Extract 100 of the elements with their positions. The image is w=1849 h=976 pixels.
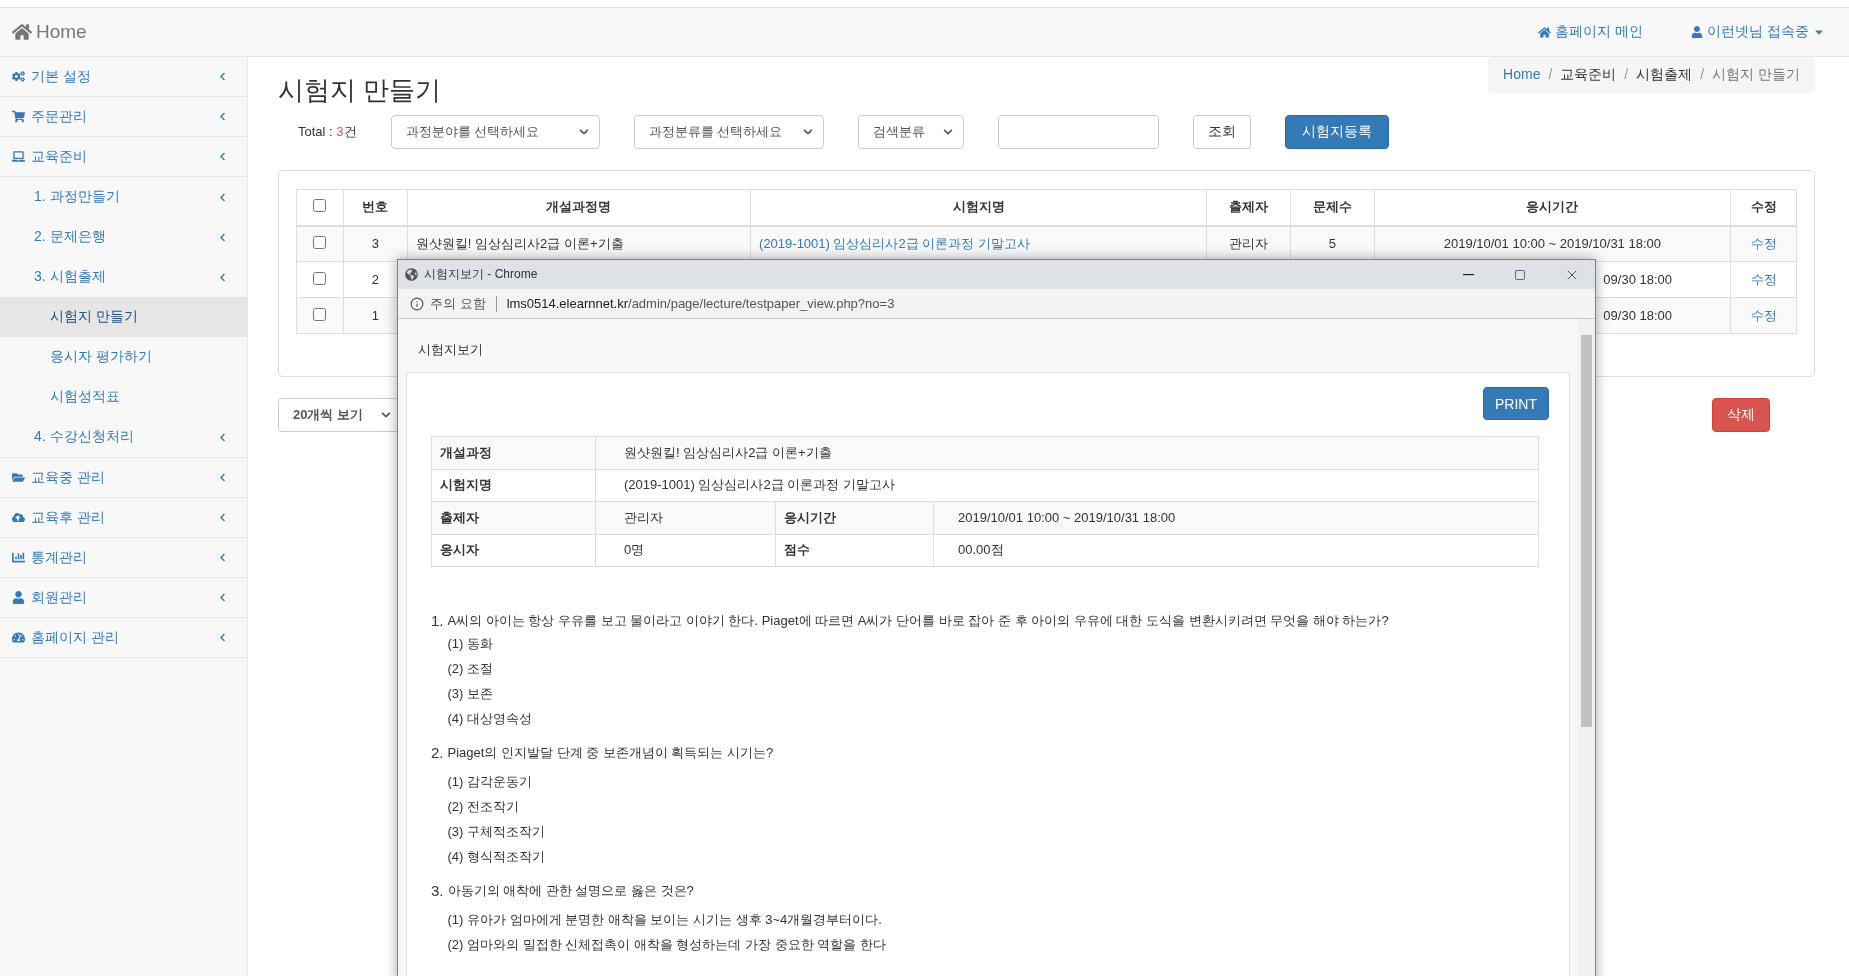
cart-icon xyxy=(12,110,25,123)
answer-option: (3) 보존 xyxy=(447,683,1421,704)
info-value: 원샷원킬! 임상심리사2급 이론+기출 xyxy=(595,436,1539,469)
select-all-checkbox[interactable] xyxy=(313,199,327,213)
sidebar-item[interactable]: 회원관리 xyxy=(0,578,247,618)
chevron-left-icon xyxy=(218,473,227,482)
info-value: (2019-1001) 임상심리사2급 이론과정 기말고사 xyxy=(595,469,1539,502)
chevron-left-icon xyxy=(218,72,227,81)
edit-link[interactable]: 수정 xyxy=(1750,271,1777,287)
user-menu[interactable]: 이런넷님 접속중 xyxy=(1691,23,1825,41)
search-field[interactable] xyxy=(997,115,1159,149)
edit-link[interactable]: 수정 xyxy=(1750,307,1777,323)
row-checkbox[interactable] xyxy=(313,271,327,285)
register-button[interactable]: 시험지등록 xyxy=(1284,115,1389,149)
laptop-icon xyxy=(12,150,25,163)
homepage-link[interactable]: 홈페이지 메인 xyxy=(1538,23,1644,41)
row-checkbox[interactable] xyxy=(313,235,327,249)
question-text: A씨의 아이는 항상 우유를 보고 물이라고 이야기 한다. Piaget에 따르면 A씨가 단어를 바로 잡아 준 후 아이의 우유에 대한 도식을 변환시키려면 무엇을 해야 하는가? xyxy=(447,612,1390,630)
sidebar-subitem[interactable]: 4. 수강신청처리 xyxy=(0,417,247,457)
print-button[interactable]: PRINT xyxy=(1483,387,1549,420)
bar-chart-icon xyxy=(12,551,25,564)
sidebar-item[interactable]: 주문관리 xyxy=(0,97,247,137)
answer-option: (2) 엄마와의 밀접한 신체접촉이 애착을 형성하는데 가장 중요한 역할을 한다 xyxy=(447,934,1421,955)
answer-option: (2) 전조작기 xyxy=(447,796,1421,817)
sidebar-item[interactable]: 교육준비 xyxy=(0,137,247,177)
info-label: 점수 xyxy=(775,534,934,567)
window-title: 시험지보기 - Chrome xyxy=(424,266,539,283)
page-title: 시험지 만들기 xyxy=(278,74,442,107)
question-number: 3. xyxy=(431,881,444,901)
popup-heading: 시험지보기 xyxy=(417,341,484,359)
edit-link[interactable]: 수정 xyxy=(1750,235,1777,251)
breadcrumb-link[interactable]: Home xyxy=(1503,66,1541,84)
question-text: 아동기의 애착에 관한 설명으로 옳은 것은? xyxy=(447,882,695,900)
column-header: 응시기간 xyxy=(1374,189,1731,226)
cloud-upload-icon xyxy=(12,511,25,524)
breadcrumb-item: 시험지 만들기 xyxy=(1712,66,1800,84)
select-field[interactable]: 과정분류를 선택하세요 xyxy=(633,115,824,149)
chevron-left-icon xyxy=(218,152,227,161)
sidebar-item[interactable]: 교육중 관리 xyxy=(0,458,247,498)
answer-option: (1) 감각운동기 xyxy=(447,771,1421,792)
url-text: lms0514.elearnnet.kr/admin/page/lecture/testpaper_view.php?no=3 xyxy=(506,296,895,311)
question-number: 1. xyxy=(431,611,444,631)
search-button[interactable]: 조회 xyxy=(1192,115,1251,149)
info-label: 시험지명 xyxy=(431,469,596,502)
maximize-icon xyxy=(1514,268,1526,281)
sidebar-item[interactable]: 기본 설정 xyxy=(0,57,247,97)
chevron-left-icon xyxy=(218,553,227,562)
folder-icon xyxy=(12,471,25,484)
sidebar-subitem[interactable]: 응시자 평가하기 xyxy=(0,337,247,377)
chevron-down-icon xyxy=(578,127,589,137)
user-icon xyxy=(1691,26,1704,38)
delete-button[interactable]: 삭제 xyxy=(1712,398,1770,432)
sidebar-subitem[interactable]: 3. 시험출제 xyxy=(0,257,247,297)
column-header: 수정 xyxy=(1730,189,1797,226)
user-icon xyxy=(12,591,25,604)
sidebar-subitem[interactable]: 1. 과정만들기 xyxy=(0,177,247,217)
gauge-icon xyxy=(12,631,25,644)
answer-option: (4) 대상영속성 xyxy=(447,708,1421,729)
info-label: 응시자 xyxy=(431,534,596,567)
select-field[interactable]: 검색분류 xyxy=(857,115,964,149)
breadcrumb-separator: / xyxy=(1548,66,1553,84)
column-header: 개설과정명 xyxy=(407,189,751,226)
address-bar[interactable]: 주의 요함 lms0514.elearnnet.kr/admin/page/lecture/testpaper_view.php?no=3 xyxy=(398,289,1595,319)
sidebar-subitem[interactable]: 시험성적표 xyxy=(0,377,247,417)
table-cell: 2019/10/01 10:00 ~ 2019/10/31 18:00 xyxy=(1374,225,1731,262)
question-number: 2. xyxy=(431,743,444,763)
column-header: 문제수 xyxy=(1290,189,1375,226)
answer-option: (1) 동화 xyxy=(447,633,1421,654)
home-icon xyxy=(12,22,32,42)
question-text: Piaget의 인지발달 단계 중 보존개념이 획득되는 시기는? xyxy=(447,744,775,762)
answer-option: (3) 구체적조작기 xyxy=(447,821,1421,842)
total-count: Total : 3건 xyxy=(298,123,357,141)
chevron-left-icon xyxy=(218,112,227,121)
sidebar-item[interactable]: 교육후 관리 xyxy=(0,498,247,538)
chevron-down-icon xyxy=(381,410,392,420)
home-icon xyxy=(1538,25,1552,39)
globe-icon xyxy=(405,268,418,281)
info-value: 00.00점 xyxy=(933,534,1539,567)
info-value: 2019/10/01 10:00 ~ 2019/10/31 18:00 xyxy=(933,501,1539,534)
chevron-down-icon xyxy=(942,127,953,137)
sidebar-subitem[interactable]: 시험지 만들기 xyxy=(0,297,247,337)
info-icon xyxy=(410,296,424,311)
breadcrumb-item: 교육준비 xyxy=(1560,66,1617,84)
row-checkbox[interactable] xyxy=(313,307,327,321)
column-header: 시험지명 xyxy=(750,189,1207,226)
breadcrumb-separator: / xyxy=(1700,66,1705,84)
chevron-down-icon xyxy=(802,127,813,137)
answer-option: (1) 유아가 엄마에게 분명한 애착을 보이는 시기는 생후 3~4개월경부터이다. xyxy=(447,909,1421,930)
sidebar-subitem[interactable]: 2. 문제은행 xyxy=(0,217,247,257)
chevron-left-icon xyxy=(218,513,227,522)
info-label: 출제자 xyxy=(431,501,596,534)
home-link[interactable]: Home xyxy=(12,21,1491,43)
column-header: 번호 xyxy=(343,189,408,226)
gears-icon xyxy=(12,70,25,83)
sidebar-item[interactable]: 홈페이지 관리 xyxy=(0,618,247,658)
answer-option: (2) 조절 xyxy=(447,658,1421,679)
select-field[interactable]: 과정분야를 선택하세요 xyxy=(390,115,600,149)
column-header: 출제자 xyxy=(1206,189,1291,226)
breadcrumb-item: 시험출제 xyxy=(1636,66,1693,84)
sidebar-item[interactable]: 통계관리 xyxy=(0,538,247,578)
